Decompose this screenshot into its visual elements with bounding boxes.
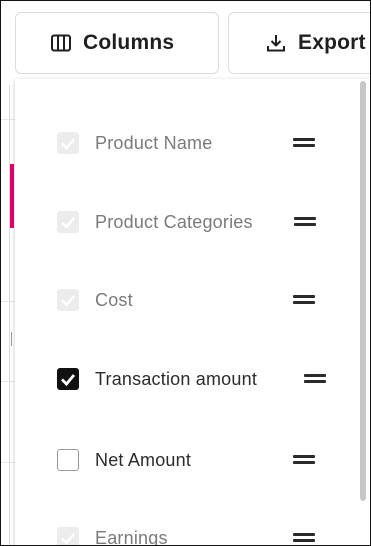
column-checkbox	[57, 289, 79, 311]
column-label: Earnings	[95, 528, 168, 546]
column-label: Product Name	[95, 133, 213, 153]
cell-marker	[11, 332, 12, 346]
column-checkbox	[57, 527, 79, 545]
column-label: Net Amount	[95, 450, 192, 470]
column-checkbox	[57, 211, 79, 233]
download-icon	[265, 32, 287, 54]
columns-button[interactable]: Columns	[15, 12, 219, 74]
column-label: Transaction amount	[95, 369, 258, 389]
column-label: Product Categories	[95, 212, 253, 232]
column-checkbox	[57, 132, 79, 154]
column-item-product-name[interactable]: Product Name	[15, 124, 335, 164]
drag-handle-icon[interactable]	[293, 295, 315, 305]
column-item-transaction-amount[interactable]: Transaction amount	[15, 360, 335, 400]
column-item-product-categories[interactable]: Product Categories	[15, 203, 335, 243]
table-edge	[9, 85, 10, 545]
export-button-label: Export	[298, 31, 366, 54]
drag-handle-icon[interactable]	[294, 217, 316, 227]
drag-handle-icon[interactable]	[293, 138, 315, 148]
drag-handle-icon[interactable]	[304, 374, 326, 384]
column-item-earnings[interactable]: Earnings	[15, 519, 335, 546]
columns-menu: Product Name Product Categories Cost Tra…	[15, 79, 370, 546]
column-label: Cost	[95, 290, 133, 310]
drag-handle-icon[interactable]	[293, 455, 315, 465]
scrollbar[interactable]	[359, 81, 367, 545]
column-item-net-amount[interactable]: Net Amount	[15, 441, 335, 481]
scrollbar-thumb[interactable]	[360, 81, 366, 501]
row-accent-bar	[10, 164, 14, 228]
column-checkbox-unchecked[interactable]	[57, 449, 79, 471]
column-item-cost[interactable]: Cost	[15, 281, 335, 321]
window-frame: Columns Export Product Name Product Cate…	[0, 0, 371, 546]
columns-icon	[50, 32, 72, 54]
export-button[interactable]: Export	[228, 12, 370, 74]
column-checkbox-checked[interactable]	[57, 368, 79, 390]
columns-button-label: Columns	[83, 31, 175, 54]
drag-handle-icon[interactable]	[293, 533, 315, 543]
